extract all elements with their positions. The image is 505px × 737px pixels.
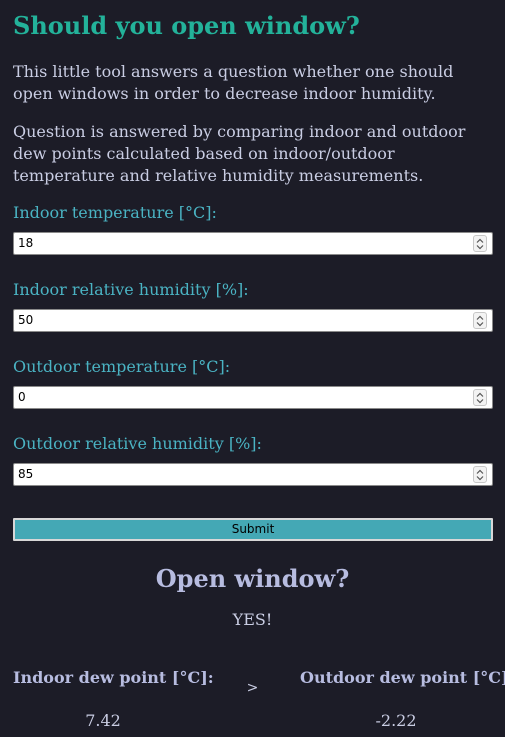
outdoor-humidity-input[interactable]: 85 <box>13 463 493 486</box>
outdoor-temperature-label: Outdoor temperature [°C]: <box>13 357 231 376</box>
indoor-humidity-field: Indoor relative humidity [%]: 50 <box>13 279 493 332</box>
page-title: Should you open window? <box>13 11 360 40</box>
intro-paragraph-2: Question is answered by comparing indoor… <box>13 122 466 185</box>
indoor-temperature-field: Indoor temperature [°C]: 18 <box>13 202 493 255</box>
indoor-humidity-label: Indoor relative humidity [%]: <box>13 280 249 299</box>
outdoor-humidity-value: 85 <box>18 467 34 481</box>
result-title: Open window? <box>155 564 350 593</box>
indoor-humidity-input[interactable]: 50 <box>13 309 493 332</box>
spinner-arrows-icon[interactable] <box>473 389 487 406</box>
spinner-arrows-icon[interactable] <box>473 312 487 329</box>
outdoor-dew-point-label: Outdoor dew point [°C]: <box>300 668 505 687</box>
page: Should you open window? This little tool… <box>0 0 505 737</box>
spinner-arrows-icon[interactable] <box>473 235 487 252</box>
outdoor-temperature-input[interactable]: 0 <box>13 386 493 409</box>
indoor-humidity-value: 50 <box>18 313 34 327</box>
humidity-form: Indoor temperature [°C]: 18 Indoor relat… <box>13 202 493 541</box>
intro-paragraph-1: This little tool answers a question whet… <box>13 62 454 103</box>
outdoor-temperature-field: Outdoor temperature [°C]: 0 <box>13 356 493 409</box>
indoor-dew-point: Indoor dew point [°C]: 7.42 <box>13 667 214 732</box>
outdoor-temperature-value: 0 <box>18 390 26 404</box>
outdoor-dew-point-value: -2.22 <box>375 711 417 730</box>
submit-button[interactable]: Submit <box>13 518 493 541</box>
indoor-temperature-value: 18 <box>18 236 34 250</box>
outdoor-humidity-label: Outdoor relative humidity [%]: <box>13 434 262 453</box>
indoor-temperature-input[interactable]: 18 <box>13 232 493 255</box>
outdoor-dew-point: Outdoor dew point [°C]: -2.22 <box>300 667 505 732</box>
dew-point-comparison: Indoor dew point [°C]: 7.42 > Outdoor de… <box>13 667 505 737</box>
result-answer: YES! <box>232 610 273 629</box>
spinner-arrows-icon[interactable] <box>473 466 487 483</box>
indoor-dew-point-value: 7.42 <box>85 711 121 730</box>
outdoor-humidity-field: Outdoor relative humidity [%]: 85 <box>13 433 493 486</box>
indoor-temperature-label: Indoor temperature [°C]: <box>13 203 217 222</box>
